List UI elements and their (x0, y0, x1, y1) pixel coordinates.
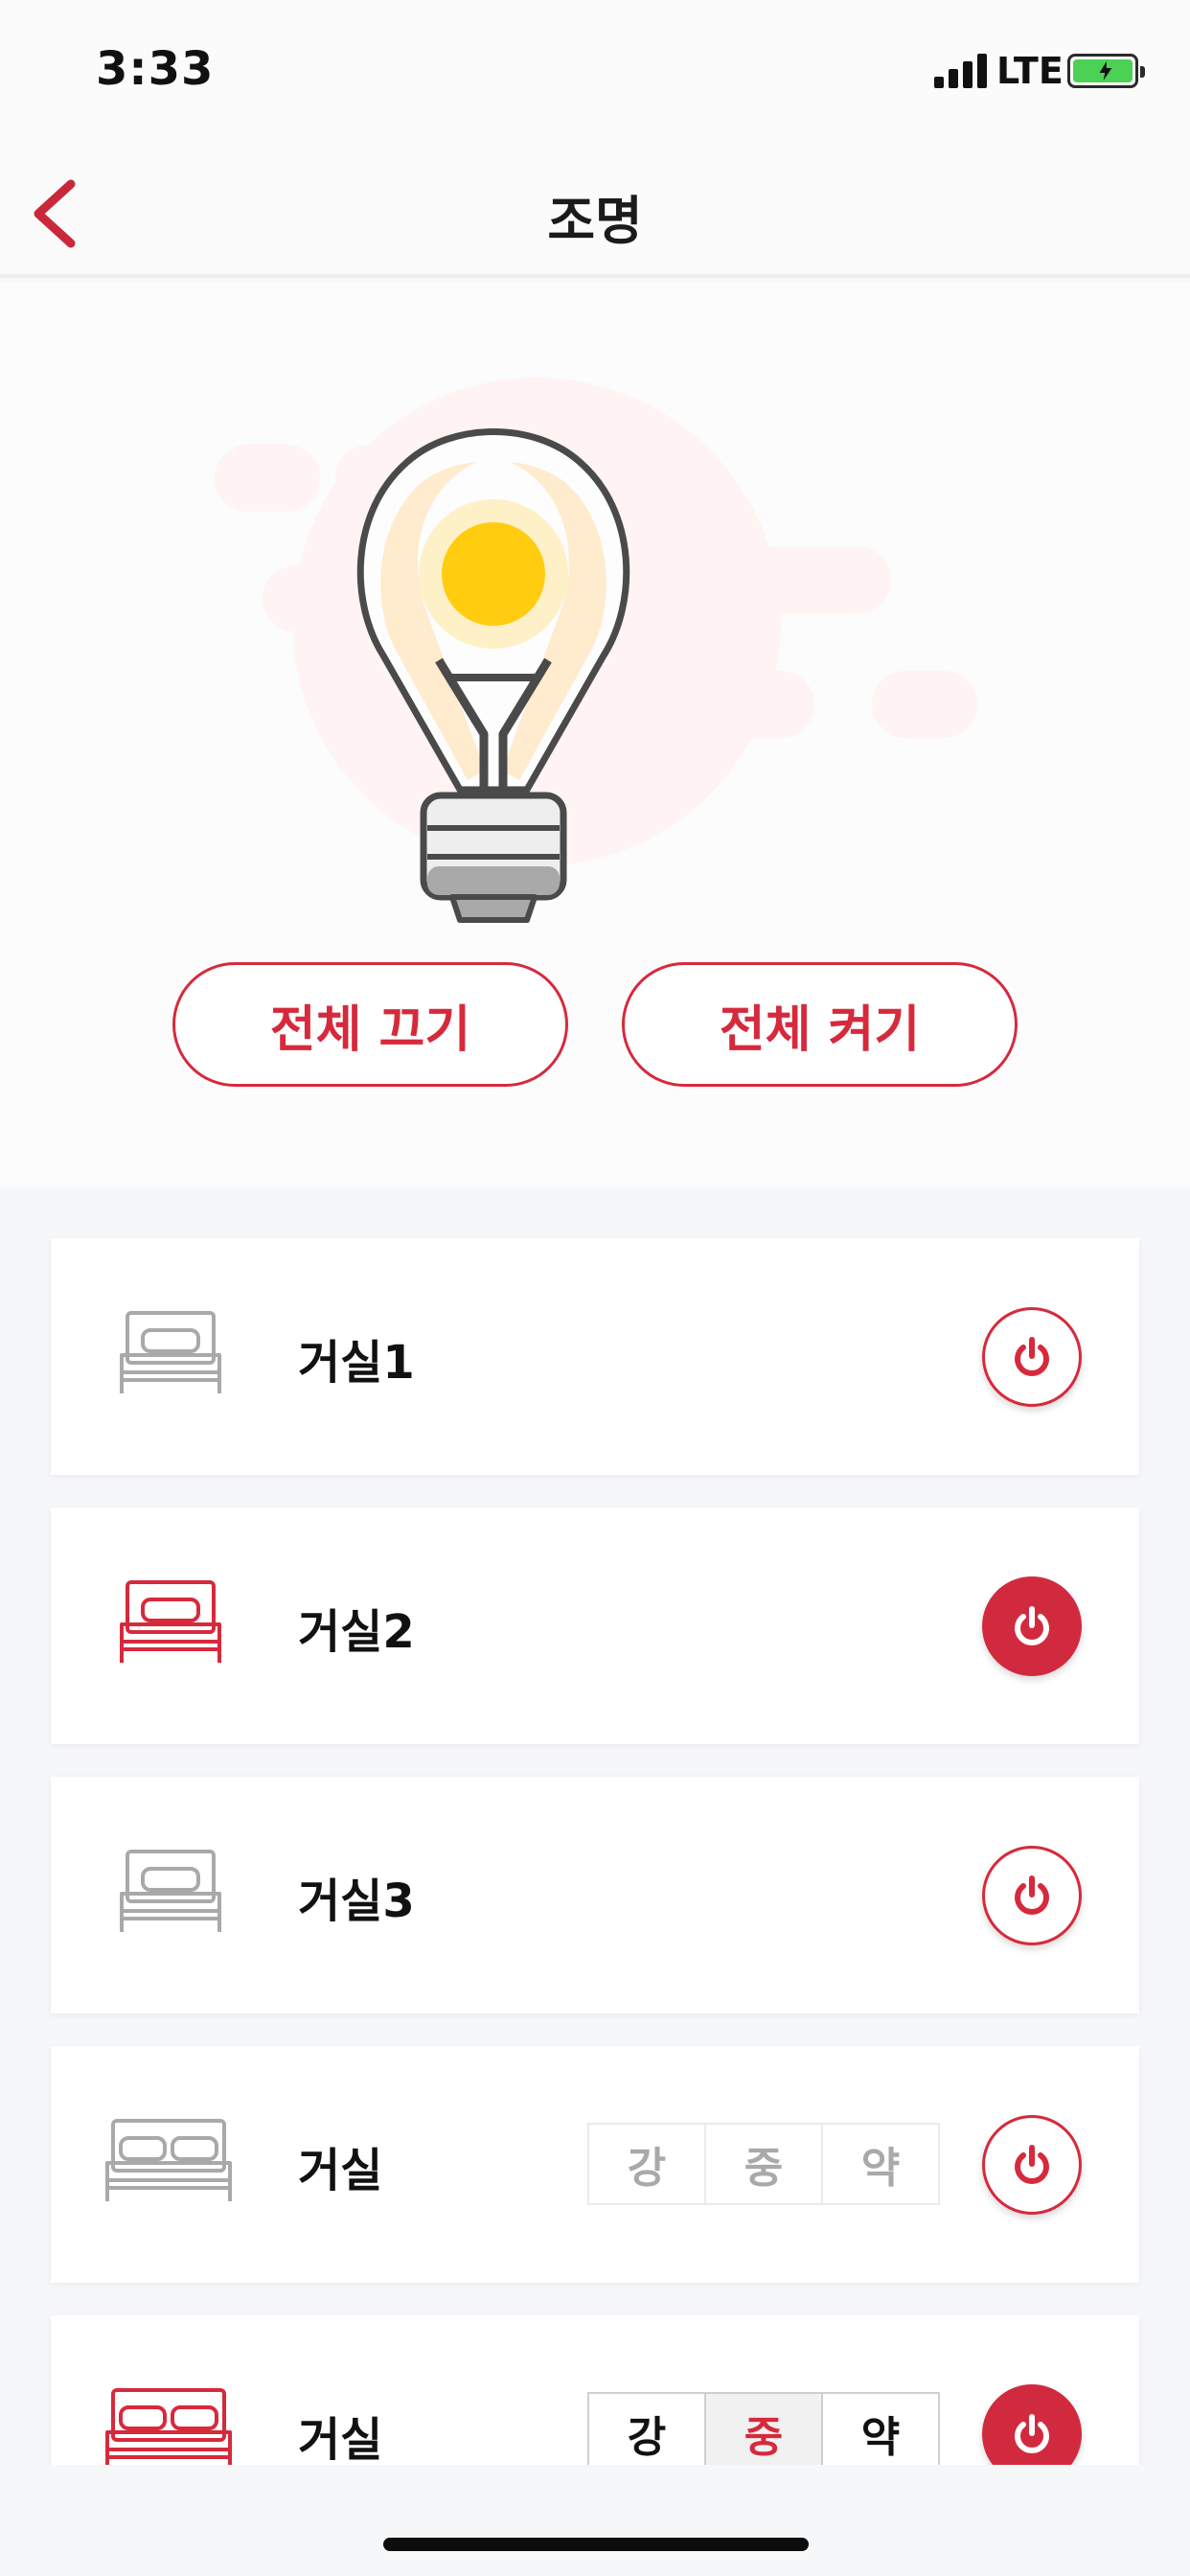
single-bed-icon (120, 1850, 221, 1932)
power-icon (1015, 2414, 1049, 2453)
level-mid-option[interactable]: 중 (706, 2125, 823, 2203)
light-name: 거실3 (298, 1874, 415, 1928)
list-item: 거실2 (51, 1507, 1139, 1744)
power-button[interactable] (982, 1846, 1082, 1945)
power-icon (1015, 1875, 1049, 1915)
light-name: 거실2 (298, 1605, 415, 1659)
power-icon (1015, 1337, 1049, 1376)
level-low-option[interactable]: 약 (823, 2125, 938, 2203)
level-mid-option[interactable]: 중 (706, 2394, 823, 2472)
lightbulb-icon (215, 378, 977, 923)
light-name: 거실1 (298, 1336, 415, 1390)
single-bed-icon (120, 1311, 221, 1393)
power-icon (1015, 2145, 1049, 2184)
all-off-button[interactable]: 전체 끄기 (172, 962, 568, 1087)
level-high-option[interactable]: 강 (589, 2394, 706, 2472)
light-name: 거실 (298, 2413, 383, 2467)
home-indicator[interactable] (383, 2538, 809, 2551)
power-button[interactable] (982, 1576, 1082, 1676)
status-bar: 3:33 LTE (0, 0, 1190, 144)
hero-panel: 전체 끄기 전체 켜기 (0, 282, 1190, 1188)
double-bed-icon (105, 2388, 232, 2471)
battery-icon (1067, 54, 1145, 88)
all-on-button[interactable]: 전체 켜기 (622, 962, 1018, 1087)
signal-icon (934, 54, 988, 88)
light-name: 거실 (298, 2144, 383, 2197)
home-indicator-area (0, 2465, 1190, 2576)
status-time: 3:33 (96, 42, 215, 96)
network-type: LTE (996, 50, 1064, 92)
power-icon (1015, 1606, 1049, 1645)
power-button[interactable] (982, 2115, 1082, 2215)
power-button[interactable] (982, 1307, 1082, 1407)
list-item: 거실1 (51, 1238, 1139, 1475)
single-bed-icon (120, 1580, 221, 1663)
level-high-option[interactable]: 강 (589, 2125, 706, 2203)
list-item: 거실 강 중 약 (51, 2046, 1139, 2283)
level-low-option[interactable]: 약 (823, 2394, 938, 2472)
brightness-selector: 강 중 약 (587, 2123, 940, 2205)
nav-bar: 조명 (0, 144, 1190, 278)
page-title: 조명 (547, 191, 643, 251)
list-item: 거실3 (51, 1777, 1139, 2013)
double-bed-icon (105, 2119, 232, 2201)
brightness-selector: 강 중 약 (587, 2392, 940, 2474)
